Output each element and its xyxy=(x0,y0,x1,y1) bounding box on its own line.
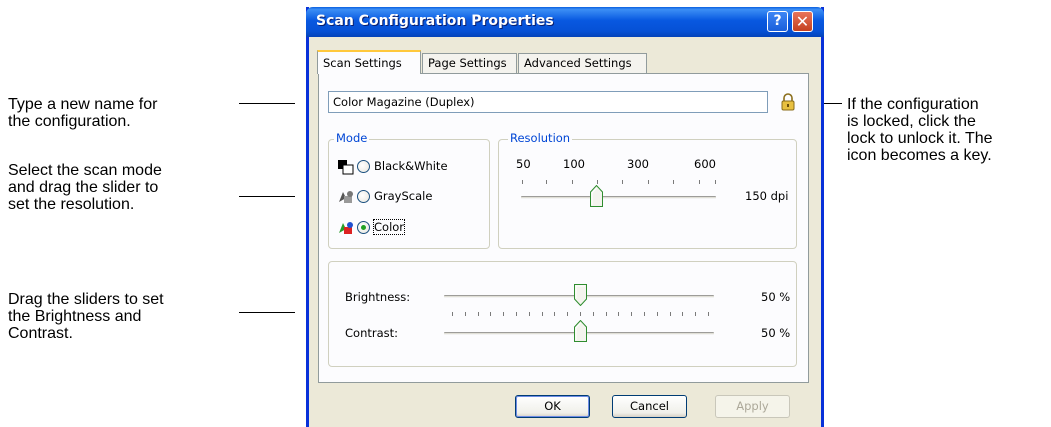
brightness-value: 50 % xyxy=(761,290,791,304)
brightness-contrast-group xyxy=(328,261,797,367)
contrast-label: Contrast: xyxy=(345,326,399,340)
slider-tick xyxy=(644,312,645,316)
mode-option-black-white[interactable]: Black&White xyxy=(337,157,477,177)
resolution-slider-thumb[interactable] xyxy=(590,185,603,207)
slider-tick xyxy=(657,312,658,316)
radio-button[interactable] xyxy=(357,221,370,234)
slider-tick xyxy=(452,312,453,316)
callout-text: Drag the sliders to set xyxy=(8,291,164,308)
callout-text: the configuration. xyxy=(8,113,131,130)
brightness-slider-thumb[interactable] xyxy=(574,284,587,306)
cancel-button[interactable]: Cancel xyxy=(612,395,687,418)
callout-text: and drag the slider to xyxy=(8,179,159,196)
apply-button[interactable]: Apply xyxy=(715,395,790,418)
tab-page-settings[interactable]: Page Settings xyxy=(422,53,517,73)
radio-label: GrayScale xyxy=(374,189,433,203)
slider-tick xyxy=(465,312,466,316)
tab-label: Page Settings xyxy=(428,56,507,70)
grayscale-mode-icon xyxy=(339,191,353,203)
slider-tick xyxy=(567,312,568,316)
slider-tick xyxy=(695,312,696,316)
slider-tick xyxy=(670,312,671,316)
window-title: Scan Configuration Properties xyxy=(316,13,554,29)
configuration-name-input[interactable]: Color Magazine (Duplex) xyxy=(328,91,768,113)
black-white-mode-icon xyxy=(338,160,354,175)
callout-text: Type a new name for xyxy=(8,96,158,113)
resolution-group-title: Resolution xyxy=(508,131,573,145)
slider-tick xyxy=(580,312,581,316)
slider-tick xyxy=(682,312,683,316)
resolution-value: 150 dpi xyxy=(745,189,789,203)
slider-tick xyxy=(490,312,491,316)
tab-label: Scan Settings xyxy=(323,56,402,70)
radio-label: Black&White xyxy=(374,159,448,173)
tab-scan-settings[interactable]: Scan Settings xyxy=(317,50,421,74)
callout-leader-line xyxy=(239,312,295,313)
help-button[interactable]: ? xyxy=(767,11,788,32)
callout-leader-line xyxy=(239,103,295,104)
callout-text: lock to unlock it. The xyxy=(847,130,993,147)
mode-option-color[interactable]: Color xyxy=(337,218,477,238)
callout-text: the Brightness and xyxy=(8,308,142,325)
callout-text: Contrast. xyxy=(8,325,73,342)
slider-tick xyxy=(606,312,607,316)
contrast-value: 50 % xyxy=(761,326,791,340)
callout-text: icon becomes a key. xyxy=(847,147,992,164)
resolution-slider-track[interactable] xyxy=(521,196,716,199)
resolution-scale-label: 100 xyxy=(563,157,585,171)
resolution-scale-label: 600 xyxy=(694,157,716,171)
resolution-scale-label: 300 xyxy=(627,157,649,171)
slider-tick xyxy=(516,312,517,316)
radio-button[interactable] xyxy=(357,190,370,203)
slider-tick xyxy=(529,312,530,316)
callout-text: set the resolution. xyxy=(8,196,135,213)
close-button[interactable]: ✕ xyxy=(792,11,813,32)
callout-lock: If the configuration is locked, click th… xyxy=(847,96,993,164)
callout-text: Select the scan mode xyxy=(8,162,162,179)
mode-group-title: Mode xyxy=(334,131,370,145)
mode-option-grayscale[interactable]: GrayScale xyxy=(337,187,477,207)
slider-tick xyxy=(708,312,709,316)
ok-button[interactable]: OK xyxy=(515,395,590,418)
slider-tick xyxy=(593,312,594,316)
slider-tick xyxy=(542,312,543,316)
contrast-slider-thumb[interactable] xyxy=(574,320,587,342)
slider-tick xyxy=(554,312,555,316)
callout-mode: Select the scan mode and drag the slider… xyxy=(8,162,162,213)
color-mode-icon xyxy=(339,222,353,234)
slider-tick xyxy=(618,312,619,316)
radio-label: Color xyxy=(372,219,406,235)
callout-rename: Type a new name for the configuration. xyxy=(8,96,157,130)
callout-text: is locked, click the xyxy=(847,113,976,130)
callout-sliders: Drag the sliders to set the Brightness a… xyxy=(8,291,164,342)
resolution-scale-label: 50 xyxy=(516,157,531,171)
brightness-label: Brightness: xyxy=(345,290,411,304)
tab-label: Advanced Settings xyxy=(524,56,632,70)
lock-icon[interactable] xyxy=(780,93,796,111)
title-bar[interactable]: Scan Configuration Properties ? ✕ xyxy=(306,7,824,37)
callout-text: If the configuration xyxy=(847,96,979,113)
slider-tick xyxy=(631,312,632,316)
callout-leader-line xyxy=(239,196,295,197)
radio-button[interactable] xyxy=(357,160,370,173)
slider-tick xyxy=(478,312,479,316)
tab-advanced-settings[interactable]: Advanced Settings xyxy=(518,53,647,73)
slider-tick xyxy=(503,312,504,316)
